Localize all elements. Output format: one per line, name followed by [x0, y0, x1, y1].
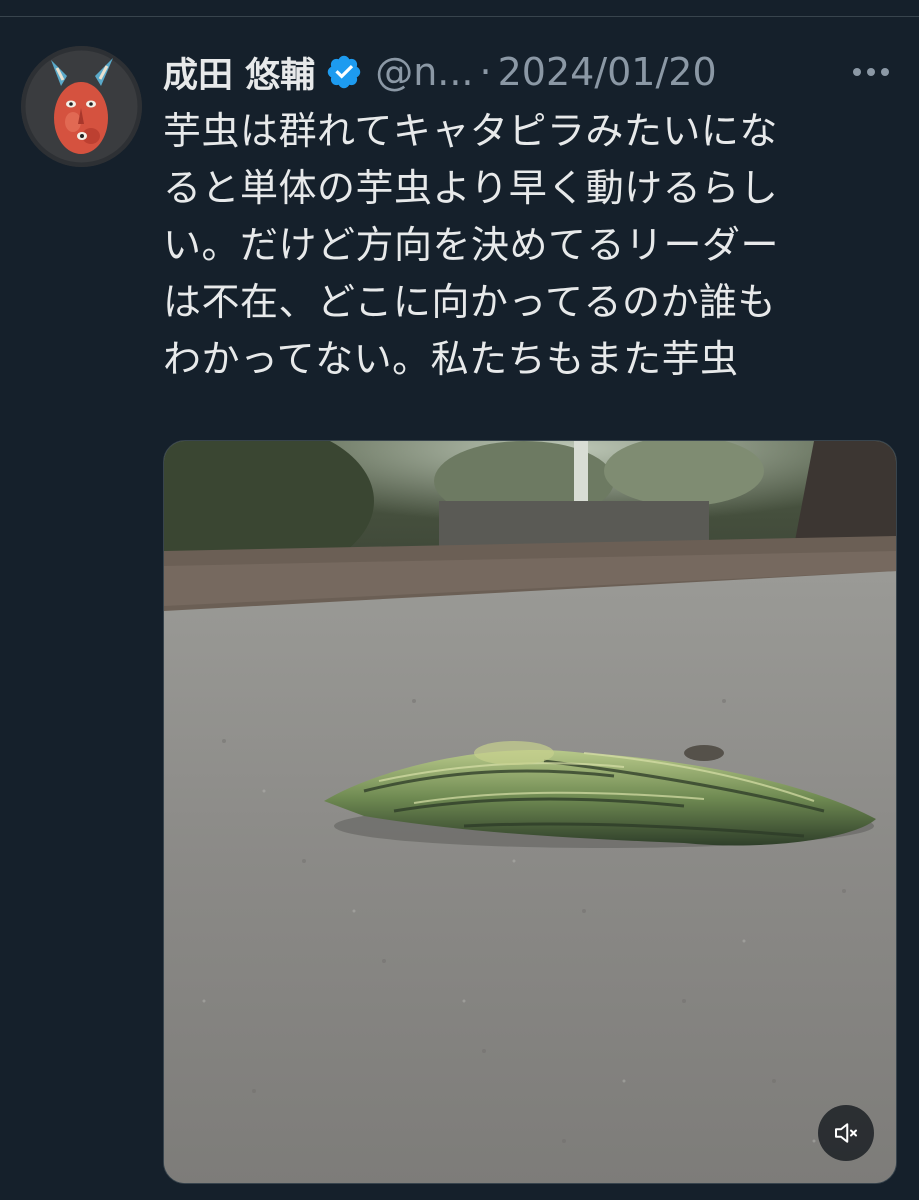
tweet-page: 成田 悠輔 @n... · 2024/01/20 芋虫は群れてキャタピラみたいに…	[0, 0, 919, 1200]
separator-dot: ·	[479, 50, 492, 94]
author-handle[interactable]: @n...	[375, 50, 473, 94]
verified-badge-icon	[327, 55, 361, 89]
post-date[interactable]: 2024/01/20	[498, 50, 717, 94]
volume-muted-icon	[835, 1123, 857, 1143]
video-media[interactable]	[163, 440, 897, 1184]
tweet-header: 成田 悠輔 @n... · 2024/01/20	[163, 44, 903, 100]
divider	[0, 16, 919, 17]
tweet-text: 芋虫は群れてキャタピラみたいにな ると単体の芋虫より早く動けるらし い。だけど方…	[163, 109, 780, 381]
mask-avatar-icon	[21, 46, 142, 167]
avatar[interactable]	[21, 46, 142, 167]
mute-button[interactable]	[818, 1105, 874, 1161]
more-icon[interactable]	[851, 66, 891, 78]
author-display-name[interactable]: 成田 悠輔	[163, 47, 315, 98]
video-frame	[164, 441, 896, 1183]
